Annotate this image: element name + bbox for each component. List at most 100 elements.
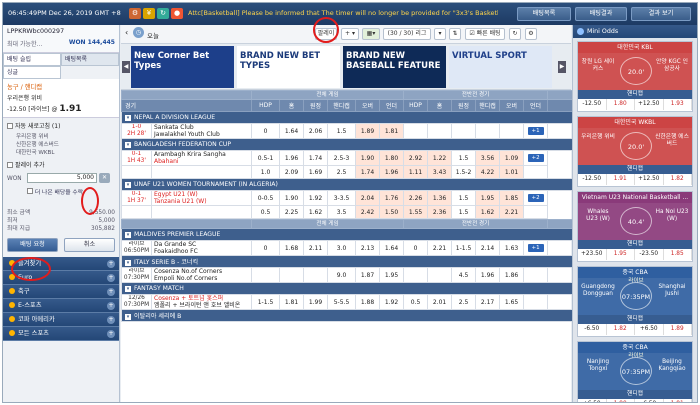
odds-cell[interactable]: 1.87 [355, 267, 380, 283]
odds-cell[interactable] [403, 267, 429, 283]
league-row[interactable]: ▾ NEPAL A DIVISION LEAGUE [120, 111, 575, 124]
odds-cell[interactable]: 1.88 [355, 294, 380, 310]
odds-cell[interactable]: 2.25 [279, 205, 304, 219]
extra-markets[interactable]: +1 [523, 240, 549, 256]
odds-cell[interactable]: 1.95 [378, 267, 405, 283]
refresh-odds-icon[interactable]: ↻ [509, 28, 521, 40]
refresh-icon[interactable]: ↻ [157, 8, 169, 19]
odds-cell[interactable]: 1.74 [303, 150, 328, 166]
mini-odds-card[interactable]: 대한민국 WKBL 우리은행 위비 20.0' 신한은행 에스버드 핸디캡 -12.50 1… [577, 116, 693, 187]
odds-value[interactable]: 1.82 [664, 174, 692, 185]
odds-cell[interactable]: 2.26 [403, 190, 429, 206]
result-view-button[interactable]: 결과 보기 [631, 7, 691, 21]
odds-cell[interactable]: 2.42 [355, 205, 380, 219]
odds-value[interactable]: 1.81 [664, 399, 692, 402]
collapse-icon[interactable]: ▾ [125, 260, 131, 266]
odds-cell[interactable]: 1.64 [279, 123, 304, 139]
extra-markets[interactable]: +2 [523, 150, 549, 166]
odds-cell[interactable]: 2.01 [427, 294, 453, 310]
odds-cell[interactable]: 1.62 [303, 205, 328, 219]
odds-cell[interactable]: 1.62 [475, 205, 501, 219]
odds-cell[interactable]: 2.92 [403, 150, 429, 166]
banner-baseball[interactable]: BRAND NEW BASEBALL FEATURE [343, 46, 446, 88]
odds-cell[interactable]: 1.68 [279, 240, 304, 256]
add-parlay-checkbox[interactable] [7, 161, 13, 168]
league-row[interactable]: ▾ BANGLADESH FEDERATION CUP [120, 138, 575, 151]
better-odds-checkbox[interactable] [27, 188, 33, 194]
coin-icon[interactable]: ¥ [143, 8, 155, 19]
odds-cell[interactable]: 1.69 [303, 165, 328, 179]
odds-cell[interactable] [427, 123, 453, 139]
live-icon[interactable]: ● [171, 8, 183, 19]
odds-cell[interactable] [403, 123, 429, 139]
category-4[interactable]: 코파 아메리카 + [3, 313, 119, 327]
odds-cell[interactable]: 2.11 [303, 240, 328, 256]
odds-cell[interactable]: 1.80 [378, 150, 405, 166]
odds-cell[interactable]: 2.21 [427, 240, 453, 256]
odds-cell[interactable]: 1.90 [355, 150, 380, 166]
mini-odds-card[interactable]: 중국 CBA Guangdong Dongguan 07:35PM Shanghai … [577, 266, 693, 337]
extra-markets[interactable]: +1 [523, 123, 549, 139]
banner-next-icon[interactable]: ▶ [558, 61, 566, 73]
mini-odds-card[interactable]: 중국 CBA Nanjing Tongxi 07:35PM Beijing Kangq… [577, 341, 693, 402]
league-row[interactable]: ▾ FANTASY MATCH [120, 282, 575, 295]
collapse-icon[interactable]: ▾ [125, 232, 131, 238]
tab-bet-slip[interactable]: 배팅 슬립 [3, 53, 61, 66]
odds-cell[interactable]: 1.09 [499, 150, 525, 166]
clear-stake-button[interactable]: ✕ [99, 173, 110, 183]
odds-cell[interactable]: 1.90 [279, 190, 304, 206]
tab-bet-list[interactable]: 배팅목록 [61, 53, 119, 66]
odds-cell[interactable]: 1.96 [475, 267, 501, 283]
odds-cell[interactable]: 1.36 [427, 190, 453, 206]
odds-cell[interactable]: 1.99 [303, 294, 328, 310]
odds-cell[interactable]: 1.86 [499, 267, 525, 283]
auto-accept-checkbox[interactable] [7, 122, 13, 129]
extra-markets[interactable]: +2 [523, 190, 549, 206]
odds-cell[interactable]: 2.06 [303, 123, 328, 139]
grid-view-button[interactable]: ▦▾ [362, 28, 380, 40]
odds-cell[interactable]: 1.81 [279, 294, 304, 310]
expand-icon[interactable]: + [107, 302, 115, 310]
extra-markets[interactable] [523, 267, 549, 283]
banner-corner[interactable]: New Corner Bet Types [131, 46, 234, 88]
expand-icon[interactable]: + [107, 274, 115, 282]
tab-single[interactable]: 싱글 [3, 66, 61, 79]
odds-cell[interactable]: 0.5 [403, 294, 429, 310]
bet-list-button[interactable]: 배팅목록 [517, 7, 571, 21]
league-row[interactable]: ▾ ITALY SERIE B - 코너킥 [120, 255, 575, 268]
odds-cell[interactable]: 1.92 [378, 294, 405, 310]
odds-value[interactable]: 1.95 [607, 249, 635, 260]
odds-cell[interactable]: 2.13 [355, 240, 380, 256]
add-menu-button[interactable]: + ▾ [341, 28, 359, 40]
league-counter[interactable]: (30 / 30) 리그 [383, 28, 431, 40]
collapse-icon[interactable]: ▾ [125, 286, 131, 292]
odds-cell[interactable] [475, 123, 501, 139]
odds-cell[interactable] [303, 267, 328, 283]
collapse-icon[interactable]: ▾ [125, 142, 131, 148]
odds-value[interactable]: 1.89 [664, 324, 692, 335]
league-row[interactable]: ▾ UNAF U21 WOMEN TOURNAMENT (IN ALGERIA) [120, 178, 575, 191]
filter-icon[interactable]: ▾ [434, 28, 446, 40]
category-3[interactable]: E-스포츠 + [3, 299, 119, 313]
expand-icon[interactable]: + [107, 260, 115, 268]
odds-cell[interactable]: 1.65 [499, 294, 525, 310]
odds-value[interactable]: 1.91 [607, 174, 635, 185]
collapse-icon[interactable]: ▾ [125, 314, 131, 320]
odds-cell[interactable]: 1.55 [403, 205, 429, 219]
odds-cell[interactable] [427, 267, 453, 283]
quick-bet-toggle[interactable]: ☑ 빠른 배팅 [465, 28, 505, 40]
add-parlay-option[interactable]: 팔레이 추가 [7, 160, 115, 169]
odds-cell[interactable]: 1.81 [378, 123, 405, 139]
odds-value[interactable]: 1.85 [664, 249, 692, 260]
odds-cell[interactable]: 1.63 [499, 240, 525, 256]
banner-bet-types[interactable]: BRAND NEW BET TYPES [237, 46, 340, 88]
odds-cell[interactable]: 1.96 [279, 150, 304, 166]
odds-cell[interactable]: 2.14 [475, 240, 501, 256]
odds-cell[interactable] [279, 267, 304, 283]
place-bet-button[interactable]: 배팅 요청 [7, 238, 58, 252]
today-label[interactable]: 오늘 [147, 30, 159, 40]
settings-icon[interactable]: ⚙ [129, 8, 141, 19]
odds-cell[interactable]: 1.74 [355, 165, 380, 179]
odds-cell[interactable]: 1.64 [378, 240, 405, 256]
expand-icon[interactable]: + [107, 330, 115, 338]
